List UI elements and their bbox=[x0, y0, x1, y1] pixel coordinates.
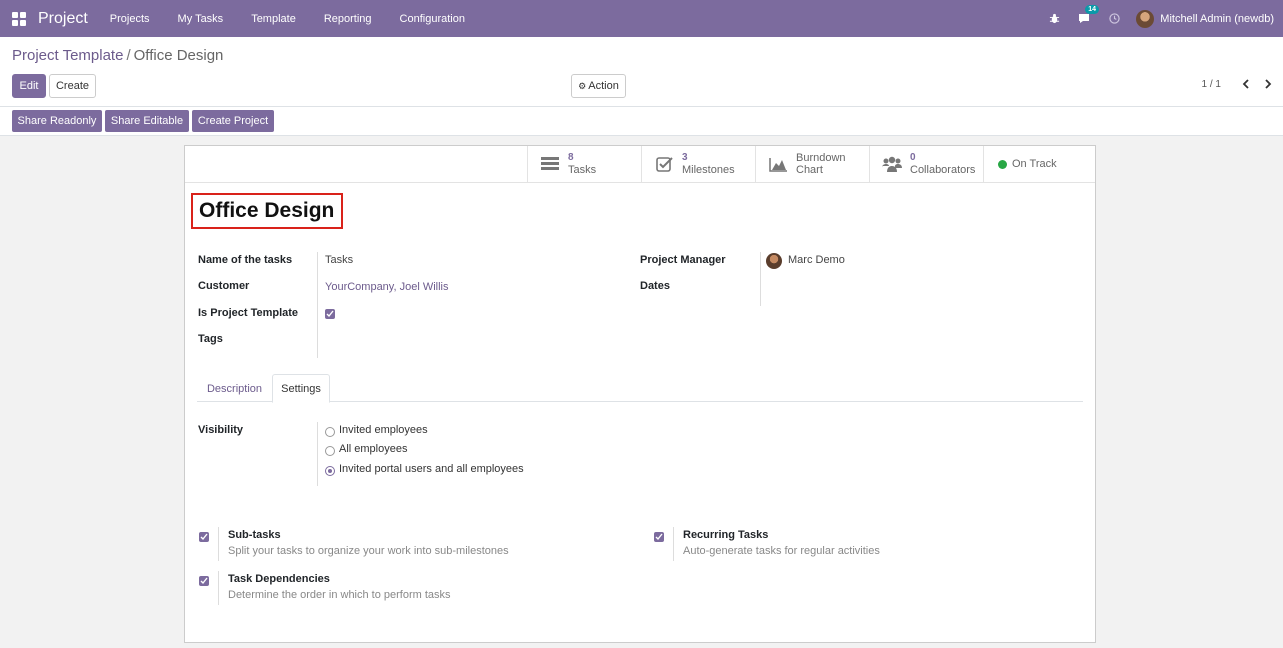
form-sheet: 8 Tasks 3 Milestones Burndown Chart 0 Collab… bbox=[184, 145, 1096, 643]
field-divider bbox=[317, 422, 318, 486]
menu-item-configuration[interactable]: Configuration bbox=[400, 13, 465, 25]
setting-divider bbox=[218, 571, 219, 605]
tasks-icon bbox=[540, 154, 560, 174]
notebook-tabs: Description Settings bbox=[197, 374, 1083, 403]
project-status-label: On Track bbox=[1012, 158, 1057, 170]
tasks-smart-button[interactable]: 8 Tasks bbox=[527, 146, 641, 182]
milestones-count: 3 bbox=[682, 152, 688, 163]
apps-menu-icon[interactable] bbox=[12, 11, 26, 26]
navbar-systray: 14 Mitchell Admin (newdb) bbox=[1046, 0, 1283, 37]
subtasks-description: Split your tasks to organize your work i… bbox=[228, 545, 509, 557]
tab-settings[interactable]: Settings bbox=[272, 374, 330, 403]
menu-item-my-tasks[interactable]: My Tasks bbox=[178, 13, 224, 25]
subtasks-checkbox[interactable] bbox=[199, 532, 209, 542]
create-project-button[interactable]: Create Project bbox=[192, 110, 274, 132]
setting-divider bbox=[218, 527, 219, 561]
milestones-smart-button[interactable]: 3 Milestones bbox=[641, 146, 755, 182]
main-menu: Projects My Tasks Template Reporting Con… bbox=[110, 13, 493, 25]
share-readonly-button[interactable]: Share Readonly bbox=[12, 110, 102, 132]
recurring-tasks-description: Auto-generate tasks for regular activiti… bbox=[683, 545, 880, 557]
customer-label: Customer bbox=[198, 280, 250, 292]
recurring-tasks-title: Recurring Tasks bbox=[683, 529, 769, 541]
task-dependencies-checkbox[interactable] bbox=[199, 576, 209, 586]
gear-icon: ⚙ bbox=[578, 80, 587, 91]
form-statusbar: Share Readonly Share Editable Create Pro… bbox=[0, 107, 1283, 136]
record-title[interactable]: Office Design bbox=[199, 199, 334, 223]
menu-item-template[interactable]: Template bbox=[251, 13, 296, 25]
menu-item-reporting[interactable]: Reporting bbox=[324, 13, 372, 25]
dates-label: Dates bbox=[640, 280, 670, 292]
visibility-label: Visibility bbox=[198, 424, 244, 436]
users-icon bbox=[882, 154, 902, 174]
task-dependencies-title: Task Dependencies bbox=[228, 573, 330, 585]
burndown-label-line1: Burndown bbox=[796, 152, 846, 164]
field-divider bbox=[760, 252, 761, 306]
tasks-label: Tasks bbox=[568, 164, 597, 176]
task-dependencies-description: Determine the order in which to perform … bbox=[228, 589, 451, 601]
radio-invited-employees-label[interactable]: Invited employees bbox=[339, 424, 428, 436]
customer-field[interactable]: YourCompany, Joel Willis bbox=[325, 281, 449, 293]
top-navbar: Project Projects My Tasks Template Repor… bbox=[0, 0, 1283, 37]
clock-icon[interactable] bbox=[1106, 11, 1122, 27]
manager-avatar bbox=[766, 253, 782, 269]
radio-all-employees-label[interactable]: All employees bbox=[339, 443, 407, 455]
control-panel: Project Template / Office Design Edit Crea… bbox=[0, 37, 1283, 107]
project-manager-field[interactable]: Marc Demo bbox=[788, 254, 845, 266]
chat-count-badge: 14 bbox=[1085, 4, 1100, 14]
name-of-tasks-label: Name of the tasks bbox=[198, 254, 293, 266]
radio-portal-and-employees[interactable] bbox=[325, 466, 335, 476]
area-chart-icon bbox=[768, 154, 788, 174]
breadcrumb-current: Office Design bbox=[133, 47, 224, 64]
breadcrumb: Project Template / Office Design bbox=[12, 47, 223, 64]
burndown-chart-smart-button[interactable]: Burndown Chart bbox=[755, 146, 869, 182]
chevron-right-icon[interactable] bbox=[1261, 77, 1275, 91]
status-dot-icon bbox=[998, 159, 1007, 169]
field-divider bbox=[317, 252, 318, 358]
action-button-label: Action bbox=[588, 80, 619, 92]
edit-button[interactable]: Edit bbox=[12, 74, 46, 98]
tab-description[interactable]: Description bbox=[197, 374, 272, 403]
tags-label: Tags bbox=[198, 333, 223, 345]
name-of-tasks-field[interactable]: Tasks bbox=[325, 254, 353, 266]
bug-icon[interactable] bbox=[1046, 11, 1062, 27]
pager-value[interactable]: 1 / 1 bbox=[1202, 79, 1221, 90]
user-avatar[interactable] bbox=[1136, 9, 1155, 28]
user-name[interactable]: Mitchell Admin (newdb) bbox=[1160, 13, 1274, 25]
project-manager-label: Project Manager bbox=[640, 254, 726, 266]
chevron-left-icon[interactable] bbox=[1239, 77, 1253, 91]
tasks-count: 8 bbox=[568, 152, 574, 163]
breadcrumb-separator: / bbox=[126, 47, 131, 64]
title-highlight-box: Office Design bbox=[191, 193, 343, 229]
is-project-template-checkbox[interactable] bbox=[325, 309, 335, 319]
milestones-label: Milestones bbox=[682, 164, 735, 176]
setting-divider bbox=[673, 527, 674, 561]
breadcrumb-parent[interactable]: Project Template bbox=[12, 47, 123, 64]
collaborators-smart-button[interactable]: 0 Collaborators bbox=[869, 146, 983, 182]
collaborators-label: Collaborators bbox=[910, 164, 976, 176]
radio-all-employees[interactable] bbox=[325, 446, 335, 456]
recurring-tasks-checkbox[interactable] bbox=[654, 532, 664, 542]
app-brand[interactable]: Project bbox=[38, 10, 88, 28]
share-editable-button[interactable]: Share Editable bbox=[105, 110, 189, 132]
check-square-icon bbox=[654, 154, 674, 174]
chat-icon[interactable]: 14 bbox=[1076, 4, 1100, 27]
burndown-label-line2: Chart bbox=[796, 164, 823, 176]
action-button[interactable]: ⚙ Action bbox=[571, 74, 626, 98]
collaborators-count: 0 bbox=[910, 152, 916, 163]
subtasks-title: Sub-tasks bbox=[228, 529, 281, 541]
radio-portal-and-employees-label[interactable]: Invited portal users and all employees bbox=[339, 463, 524, 475]
radio-invited-employees[interactable] bbox=[325, 427, 335, 437]
menu-item-projects[interactable]: Projects bbox=[110, 13, 150, 25]
project-status-button[interactable]: On Track bbox=[983, 146, 1095, 182]
create-button[interactable]: Create bbox=[49, 74, 96, 98]
smart-button-box: 8 Tasks 3 Milestones Burndown Chart 0 Collab… bbox=[185, 146, 1095, 183]
is-project-template-label: Is Project Template bbox=[198, 307, 299, 319]
